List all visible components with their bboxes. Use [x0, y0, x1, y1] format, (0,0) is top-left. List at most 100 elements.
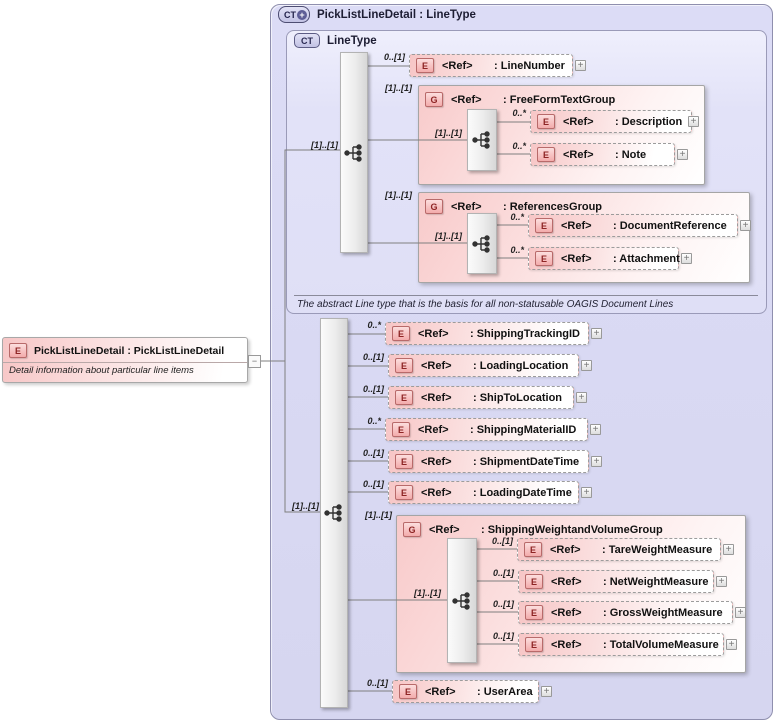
- element-name: : Attachment: [613, 252, 680, 265]
- expand-button[interactable]: +: [575, 60, 586, 71]
- expand-button[interactable]: +: [581, 360, 592, 371]
- element-box-loadinglocation[interactable]: E <Ref> : LoadingLocation: [388, 354, 579, 377]
- element-name: : DocumentReference: [613, 219, 727, 232]
- sequence-icon: [344, 143, 362, 162]
- element-badge: E: [537, 114, 555, 129]
- cardinality-label: [1]..[1]: [311, 140, 338, 150]
- cardinality-label: [1]..[1]: [385, 83, 412, 93]
- ref-label: <Ref>: [421, 486, 452, 499]
- cardinality-label: 0..[1]: [362, 352, 384, 362]
- expand-button[interactable]: +: [681, 253, 692, 264]
- element-badge: E: [395, 485, 413, 500]
- expand-button[interactable]: +: [576, 392, 587, 403]
- element-badge: E: [9, 343, 27, 358]
- element-box-loadingdatetime[interactable]: E <Ref> : LoadingDateTime: [388, 481, 579, 504]
- ref-label: <Ref>: [551, 638, 582, 651]
- ref-label: <Ref>: [421, 359, 452, 372]
- ref-label: <Ref>: [551, 575, 582, 588]
- expand-button[interactable]: +: [591, 456, 602, 467]
- element-badge: E: [416, 58, 434, 73]
- element-box-userarea[interactable]: E <Ref> : UserArea: [392, 680, 539, 703]
- element-badge: E: [395, 358, 413, 373]
- element-name: : TotalVolumeMeasure: [603, 638, 719, 651]
- expand-button[interactable]: +: [735, 607, 746, 618]
- element-box-totalvolumemeasure[interactable]: E <Ref> : TotalVolumeMeasure: [518, 633, 724, 656]
- element-badge: E: [392, 422, 410, 437]
- element-box-documentreference[interactable]: E <Ref> : DocumentReference: [528, 214, 738, 237]
- ref-label: <Ref>: [418, 423, 449, 436]
- cardinality-label: 0..[1]: [492, 631, 514, 641]
- expand-button[interactable]: +: [677, 149, 688, 160]
- sequence-icon: [452, 591, 470, 610]
- collapse-toggle[interactable]: −: [248, 355, 261, 368]
- element-box-tareweightmeasure[interactable]: E <Ref> : TareWeightMeasure: [517, 538, 721, 561]
- expand-button[interactable]: +: [590, 424, 601, 435]
- cardinality-label: 0..[1]: [383, 52, 405, 62]
- expand-button[interactable]: +: [716, 576, 727, 587]
- cardinality-label: [1]..[1]: [365, 510, 392, 520]
- sequence-bar-extension[interactable]: [320, 318, 348, 708]
- element-box-attachment[interactable]: E <Ref> : Attachment: [528, 247, 680, 270]
- root-element-title: PickListLineDetail : PickListLineDetail: [34, 344, 225, 357]
- element-name: : ShippingTrackingID: [470, 327, 581, 340]
- element-box-description[interactable]: E <Ref> : Description: [530, 110, 692, 133]
- expand-button[interactable]: +: [726, 639, 737, 650]
- cardinality-label: 0..*: [512, 108, 526, 118]
- expand-button[interactable]: +: [688, 116, 699, 127]
- ref-label: <Ref>: [421, 455, 452, 468]
- element-box-netweightmeasure[interactable]: E <Ref> : NetWeightMeasure: [518, 570, 714, 593]
- element-box-note[interactable]: E <Ref> : Note: [530, 143, 675, 166]
- cardinality-label: 0..[1]: [362, 448, 384, 458]
- element-name: : Description: [615, 115, 683, 128]
- cardinality-label: 0..[1]: [362, 384, 384, 394]
- cardinality-label: [1]..[1]: [435, 231, 462, 241]
- element-name: : TareWeightMeasure: [602, 543, 713, 556]
- cardinality-label: [1]..[1]: [435, 128, 462, 138]
- cardinality-label: 0..*: [510, 245, 524, 255]
- expand-button[interactable]: +: [581, 487, 592, 498]
- element-box-shippingtrackingid[interactable]: E <Ref> : ShippingTrackingID: [385, 322, 589, 345]
- cardinality-label: [1]..[1]: [385, 190, 412, 200]
- ref-label: <Ref>: [425, 685, 456, 698]
- cardinality-label: 0..*: [512, 141, 526, 151]
- element-name: : GrossWeightMeasure: [603, 606, 723, 619]
- cardinality-label: 0..[1]: [491, 536, 513, 546]
- sequence-bar-freeformtextgroup[interactable]: [467, 109, 497, 171]
- sequence-icon: [324, 504, 342, 522]
- ref-label: <Ref>: [551, 606, 582, 619]
- element-badge: E: [537, 147, 555, 162]
- element-badge: E: [525, 605, 543, 620]
- expand-button[interactable]: +: [740, 220, 751, 231]
- cardinality-label: 0..[1]: [492, 599, 514, 609]
- element-name: : ShipToLocation: [473, 391, 563, 404]
- sequence-bar-referencesgroup[interactable]: [467, 213, 497, 274]
- element-badge: E: [525, 574, 543, 589]
- element-name: : LineNumber: [494, 59, 565, 72]
- root-box-divider: [3, 362, 247, 363]
- cardinality-label: 0..[1]: [492, 568, 514, 578]
- element-badge: E: [392, 326, 410, 341]
- expand-button[interactable]: +: [541, 686, 552, 697]
- ref-label: <Ref>: [421, 391, 452, 404]
- element-box-shippingmaterialid[interactable]: E <Ref> : ShippingMaterialID: [385, 418, 588, 441]
- expand-button[interactable]: +: [591, 328, 602, 339]
- element-box-shiptolocation[interactable]: E <Ref> : ShipToLocation: [388, 386, 574, 409]
- root-element-box[interactable]: E PickListLineDetail : PickListLineDetai…: [2, 337, 248, 383]
- expand-button[interactable]: +: [723, 544, 734, 555]
- element-name: : UserArea: [477, 685, 533, 698]
- element-name: : NetWeightMeasure: [603, 575, 709, 588]
- ref-label: <Ref>: [561, 219, 592, 232]
- element-box-linenumber[interactable]: E <Ref> : LineNumber: [409, 54, 573, 77]
- cardinality-label: 0..*: [367, 416, 381, 426]
- element-badge: E: [399, 684, 417, 699]
- sequence-bar-linetype[interactable]: [340, 52, 368, 253]
- ref-label: <Ref>: [561, 252, 592, 265]
- element-name: : LoadingDateTime: [473, 486, 572, 499]
- cardinality-label: [1]..[1]: [292, 501, 319, 511]
- element-box-shipmentdatetime[interactable]: E <Ref> : ShipmentDateTime: [388, 450, 589, 473]
- ref-label: <Ref>: [563, 115, 594, 128]
- element-name: : Note: [615, 148, 647, 161]
- cardinality-label: 0..[1]: [362, 479, 384, 489]
- element-box-grossweightmeasure[interactable]: E <Ref> : GrossWeightMeasure: [518, 601, 733, 624]
- element-badge: E: [395, 454, 413, 469]
